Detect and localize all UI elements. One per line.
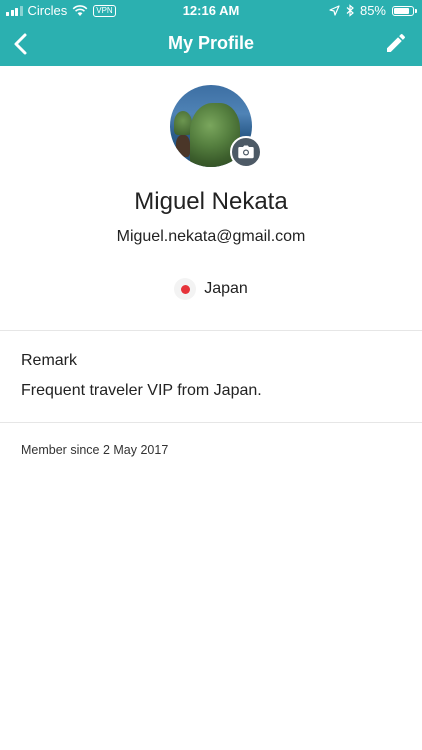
- profile-email: Miguel.nekata@gmail.com: [116, 228, 306, 245]
- avatar-container: [170, 85, 262, 168]
- divider: [0, 330, 422, 331]
- status-right: 85%: [329, 3, 417, 18]
- status-bar: Circles VPN 12:16 AM 85%: [0, 0, 422, 22]
- nav-bar: My Profile: [0, 22, 422, 66]
- japan-flag-icon: [174, 278, 197, 300]
- profile-name: Miguel Nekata: [134, 188, 288, 215]
- battery-icon: [392, 5, 417, 16]
- remark-value: Frequent traveler VIP from Japan.: [21, 382, 262, 399]
- member-since: Member since 2 May 2017: [21, 443, 169, 457]
- change-photo-button[interactable]: [230, 136, 262, 168]
- battery-percent: 85%: [359, 3, 386, 18]
- country-name: Japan: [204, 280, 248, 297]
- page-title: My Profile: [167, 33, 255, 53]
- location-arrow-icon: [329, 5, 340, 16]
- divider: [0, 422, 422, 423]
- camera-icon: [238, 145, 254, 159]
- bluetooth-icon: [346, 4, 354, 17]
- country-row: Japan: [0, 278, 422, 300]
- edit-button[interactable]: [384, 31, 408, 55]
- remark-label: Remark: [21, 352, 78, 369]
